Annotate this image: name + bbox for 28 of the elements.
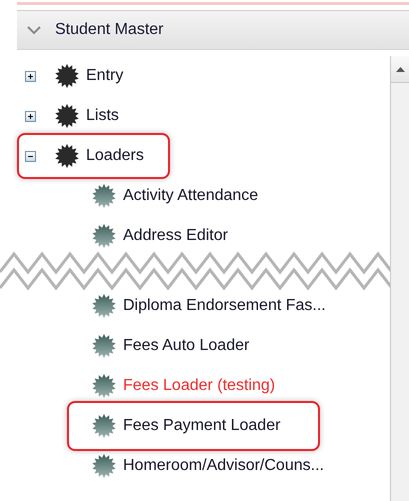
gear-icon	[91, 413, 117, 439]
tree-item[interactable]: Diploma Endorsement Fas...	[123, 297, 326, 315]
tree-item[interactable]: Fees Payment Loader	[123, 417, 280, 435]
gear-icon	[91, 183, 117, 209]
gear-icon	[91, 223, 117, 249]
gear-icon	[91, 333, 117, 359]
collapse-toggle[interactable]	[25, 150, 36, 162]
tree-item[interactable]: Address Editor	[123, 227, 228, 245]
arrow-up-icon	[396, 66, 404, 72]
panel-title[interactable]: Student Master	[55, 21, 164, 39]
gear-icon	[54, 103, 80, 129]
tree-item[interactable]: Loaders	[86, 147, 144, 165]
tree-item[interactable]: Lists	[86, 107, 119, 125]
tree-item[interactable]: Activity Attendance	[123, 187, 258, 205]
tree-item[interactable]: Entry	[86, 67, 124, 85]
tree-item[interactable]: Fees Loader (testing)	[123, 377, 276, 395]
gear-icon	[54, 63, 80, 89]
chevron-down-icon[interactable]	[27, 26, 41, 34]
gear-icon	[91, 453, 117, 479]
tree-item[interactable]: Fees Auto Loader	[123, 337, 250, 355]
scroll-up-button[interactable]	[391, 56, 409, 83]
tree-item[interactable]: Homeroom/Advisor/Couns...	[123, 457, 324, 475]
gear-icon	[91, 293, 117, 319]
gear-icon	[91, 373, 117, 399]
scrollbar[interactable]	[390, 56, 409, 501]
gear-icon	[54, 143, 80, 169]
expand-toggle[interactable]	[25, 110, 36, 122]
expand-toggle[interactable]	[25, 70, 36, 82]
